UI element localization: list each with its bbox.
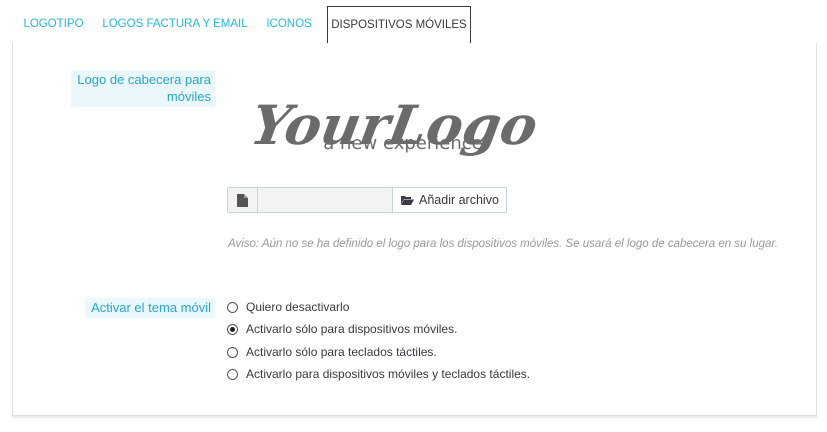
- logo-preview-image: YourLogo a new experience: [253, 93, 543, 157]
- file-upload-group: Añadir archivo: [227, 187, 507, 213]
- file-name-field[interactable]: [258, 188, 393, 212]
- tab-dispositivos-moviles[interactable]: DISPOSITIVOS MÓVILES: [327, 6, 471, 44]
- radio-button[interactable]: [227, 368, 238, 380]
- add-file-button[interactable]: Añadir archivo: [393, 188, 506, 212]
- file-icon: [228, 188, 258, 212]
- radio-label: Quiero desactivarlo: [246, 300, 350, 314]
- settings-panel: Logo de cabecera para móviles YourLogo a…: [12, 43, 817, 416]
- folder-open-icon: [401, 196, 414, 205]
- mobile-logo-label: Logo de cabecera para móviles: [71, 70, 215, 107]
- logo-tagline: a new experience: [323, 133, 482, 154]
- radio-option-mobile-and-touchpads[interactable]: Activarlo para dispositivos móviles y te…: [227, 364, 530, 384]
- tab-bar: LOGOTIPO LOGOS FACTURA Y EMAIL ICONOS DI…: [12, 0, 817, 44]
- radio-button[interactable]: [227, 346, 238, 358]
- add-file-label: Añadir archivo: [419, 193, 499, 207]
- radio-label: Activarlo sólo para dispositivos móviles…: [246, 322, 458, 336]
- radio-option-mobile-only[interactable]: Activarlo sólo para dispositivos móviles…: [227, 319, 457, 339]
- tab-logotipo[interactable]: LOGOTIPO: [12, 6, 95, 43]
- mobile-theme-label: Activar el tema móvil: [85, 298, 215, 318]
- radio-option-disable[interactable]: Quiero desactivarlo: [227, 297, 349, 317]
- radio-label: Activarlo sólo para teclados táctiles.: [246, 345, 437, 359]
- tab-iconos[interactable]: ICONOS: [256, 6, 322, 43]
- mobile-logo-help-text: Aviso: Aún no se ha definido el logo par…: [228, 238, 778, 250]
- radio-button[interactable]: [227, 301, 238, 313]
- radio-button[interactable]: [227, 323, 238, 335]
- radio-option-touchpads-only[interactable]: Activarlo sólo para teclados táctiles.: [227, 342, 437, 362]
- radio-label: Activarlo para dispositivos móviles y te…: [246, 367, 531, 381]
- tab-logos-factura-email[interactable]: LOGOS FACTURA Y EMAIL: [100, 6, 250, 43]
